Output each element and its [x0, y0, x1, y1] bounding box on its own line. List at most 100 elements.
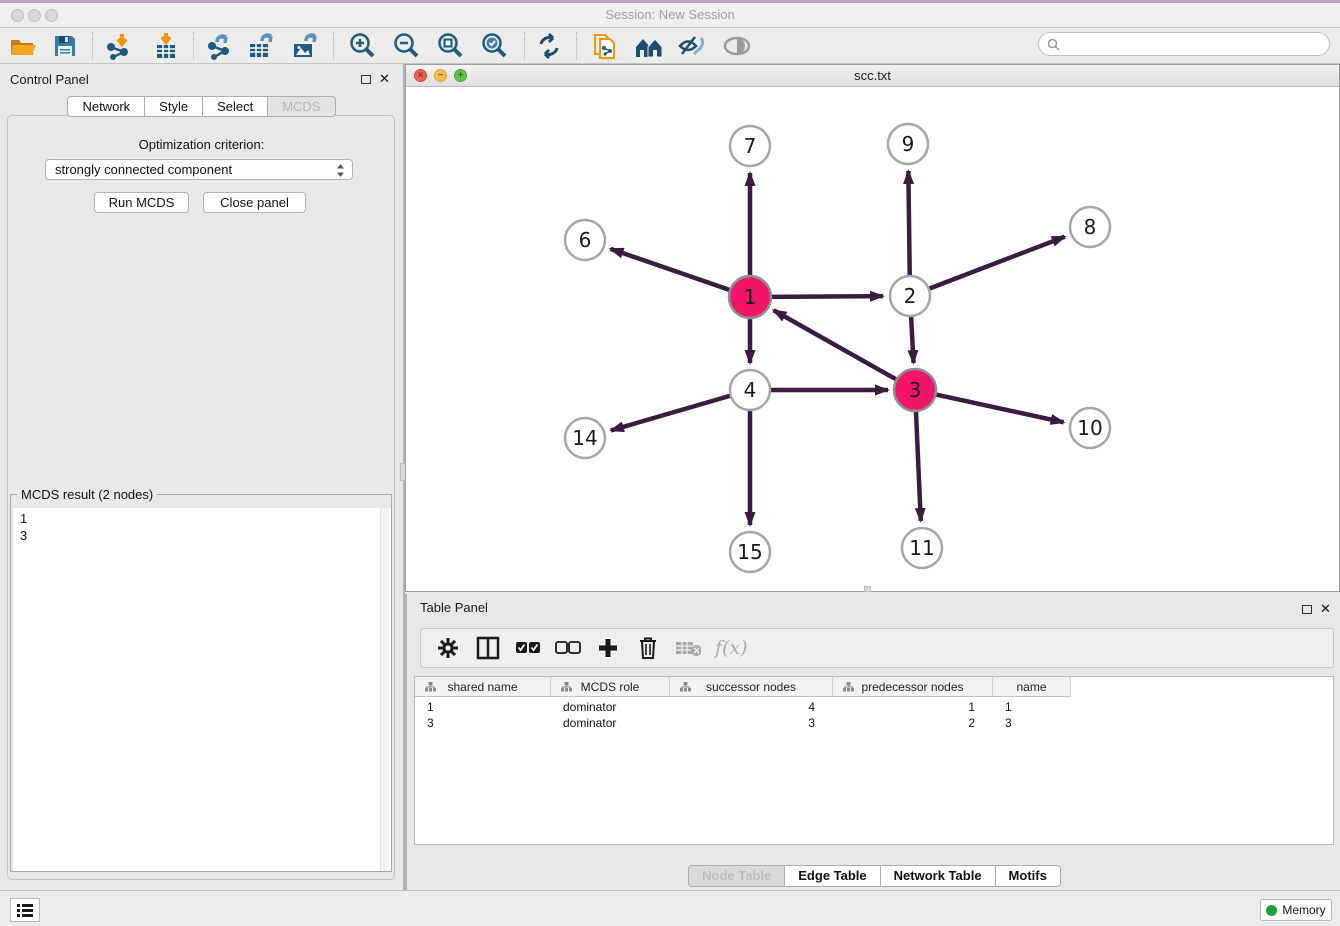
show-graphics-details-icon[interactable]	[722, 31, 752, 61]
network-graph[interactable]: 7968124314101511	[406, 87, 1339, 591]
column-label: MCDS role	[581, 680, 640, 694]
tab-network-table[interactable]: Network Table	[881, 865, 996, 887]
mcds-result-title: MCDS result (2 nodes)	[17, 487, 157, 502]
edge-4-14[interactable]	[611, 396, 730, 431]
edge-3-10[interactable]	[936, 394, 1064, 422]
edge-3-1[interactable]	[774, 310, 897, 379]
memory-button[interactable]: Memory	[1260, 899, 1332, 921]
mcds-result-scrollbar[interactable]	[380, 508, 389, 871]
minimize-network-button[interactable]: −	[434, 69, 447, 82]
tab-node-table[interactable]: Node Table	[688, 865, 785, 887]
toolbar-separator	[92, 32, 93, 60]
column-header-name[interactable]: name	[993, 677, 1071, 697]
edge-2-8[interactable]	[930, 237, 1065, 289]
edge-2-3[interactable]	[911, 317, 913, 363]
node-table[interactable]: shared name MCDS role successor nodes prede…	[414, 676, 1334, 845]
column-header-shared-name[interactable]: shared name	[415, 677, 551, 697]
export-network-icon[interactable]	[204, 31, 234, 61]
table-row[interactable]: 3dominator323	[415, 715, 1071, 731]
node-label-14: 14	[572, 426, 597, 450]
toolbar-separator	[524, 32, 525, 60]
cell-name[interactable]: 1	[993, 699, 1071, 715]
zoom-network-button[interactable]: +	[454, 69, 467, 82]
app-title: Session: New Session	[0, 3, 1340, 27]
network-splitter-handle[interactable]	[864, 586, 871, 592]
zoom-selected-icon[interactable]	[479, 31, 509, 61]
control-panel-tabs: NetworkStyleSelectMCDS	[0, 96, 403, 117]
export-table-icon[interactable]	[246, 31, 276, 61]
column-label: name	[1016, 680, 1046, 694]
task-history-button[interactable]	[10, 898, 40, 922]
tab-mcds[interactable]: MCDS	[268, 96, 335, 117]
node-label-6: 6	[579, 228, 592, 252]
edge-1-2[interactable]	[771, 296, 883, 297]
network-title: scc.txt	[406, 65, 1339, 86]
cell-predecessor-nodes[interactable]: 1	[833, 699, 993, 715]
tab-network[interactable]: Network	[67, 96, 145, 117]
tab-style[interactable]: Style	[145, 96, 203, 117]
node-label-1: 1	[744, 285, 757, 309]
column-sort-icon	[425, 682, 436, 692]
tab-motifs[interactable]: Motifs	[996, 865, 1061, 887]
column-header-predecessor-nodes[interactable]: predecessor nodes	[833, 677, 993, 697]
cell-name[interactable]: 3	[993, 715, 1071, 731]
edge-3-11[interactable]	[916, 411, 921, 521]
import-table-icon[interactable]	[151, 31, 181, 61]
close-panel-button[interactable]: Close panel	[203, 192, 306, 213]
close-window-button[interactable]	[11, 9, 24, 22]
network-canvas[interactable]: 7968124314101511	[406, 87, 1339, 591]
edge-2-9[interactable]	[908, 171, 909, 275]
cell-predecessor-nodes[interactable]: 2	[833, 715, 993, 731]
zoom-fit-icon[interactable]	[435, 31, 465, 61]
export-image-icon[interactable]	[290, 31, 320, 61]
cell-shared-name[interactable]: 1	[415, 699, 551, 715]
refresh-layout-icon[interactable]	[534, 31, 564, 61]
cell-MCDS-role[interactable]: dominator	[551, 715, 670, 731]
save-session-icon[interactable]	[50, 31, 80, 61]
search-icon	[1047, 38, 1060, 51]
float-table-panel-icon[interactable]	[1302, 605, 1312, 614]
minimize-window-button[interactable]	[28, 9, 41, 22]
search-box[interactable]	[1038, 32, 1330, 56]
toolbar-separator	[576, 32, 577, 60]
table-row[interactable]: 1dominator411	[415, 699, 1071, 715]
cell-successor-nodes[interactable]: 3	[670, 715, 833, 731]
delete-row-icon[interactable]	[635, 635, 661, 661]
zoom-in-icon[interactable]	[347, 31, 377, 61]
memory-status-icon	[1266, 905, 1277, 916]
column-header-successor-nodes[interactable]: successor nodes	[670, 677, 833, 697]
hide-annotations-icon[interactable]	[677, 31, 707, 61]
close-panel-icon[interactable]: ✕	[379, 71, 390, 87]
tab-edge-table[interactable]: Edge Table	[785, 865, 880, 887]
close-table-panel-icon[interactable]: ✕	[1320, 601, 1331, 617]
column-manager-icon[interactable]	[475, 635, 501, 661]
cell-MCDS-role[interactable]: dominator	[551, 699, 670, 715]
column-label: successor nodes	[706, 680, 796, 694]
node-label-8: 8	[1084, 215, 1097, 239]
table-options-icon[interactable]	[435, 635, 461, 661]
deselect-all-icon[interactable]	[555, 635, 581, 661]
zoom-window-button[interactable]	[45, 9, 58, 22]
column-header-MCDS-role[interactable]: MCDS role	[551, 677, 670, 697]
tab-select[interactable]: Select	[203, 96, 268, 117]
network-view-window: × − + scc.txt 7968124314101511	[405, 64, 1340, 592]
close-network-button[interactable]: ×	[414, 69, 427, 82]
mcds-result-text[interactable]: 1 3	[13, 508, 391, 871]
add-row-icon[interactable]	[595, 635, 621, 661]
import-network-icon[interactable]	[103, 31, 133, 61]
zoom-out-icon[interactable]	[391, 31, 421, 61]
clone-network-icon[interactable]	[590, 31, 620, 61]
open-session-icon[interactable]	[8, 31, 38, 61]
app-titlebar: Session: New Session	[0, 3, 1340, 28]
table-panel-tabs: Node TableEdge TableNetwork TableMotifs	[407, 865, 1340, 888]
criterion-dropdown[interactable]: strongly connected component	[45, 159, 353, 180]
run-mcds-button[interactable]: Run MCDS	[94, 192, 189, 213]
cell-shared-name[interactable]: 3	[415, 715, 551, 731]
cell-successor-nodes[interactable]: 4	[670, 699, 833, 715]
optimization-criterion-label: Optimization criterion:	[0, 137, 403, 152]
open-browser-icon[interactable]	[634, 31, 664, 61]
float-panel-icon[interactable]	[361, 75, 371, 84]
search-input[interactable]	[1064, 37, 1314, 51]
edge-1-6[interactable]	[611, 249, 731, 290]
select-all-icon[interactable]	[515, 635, 541, 661]
